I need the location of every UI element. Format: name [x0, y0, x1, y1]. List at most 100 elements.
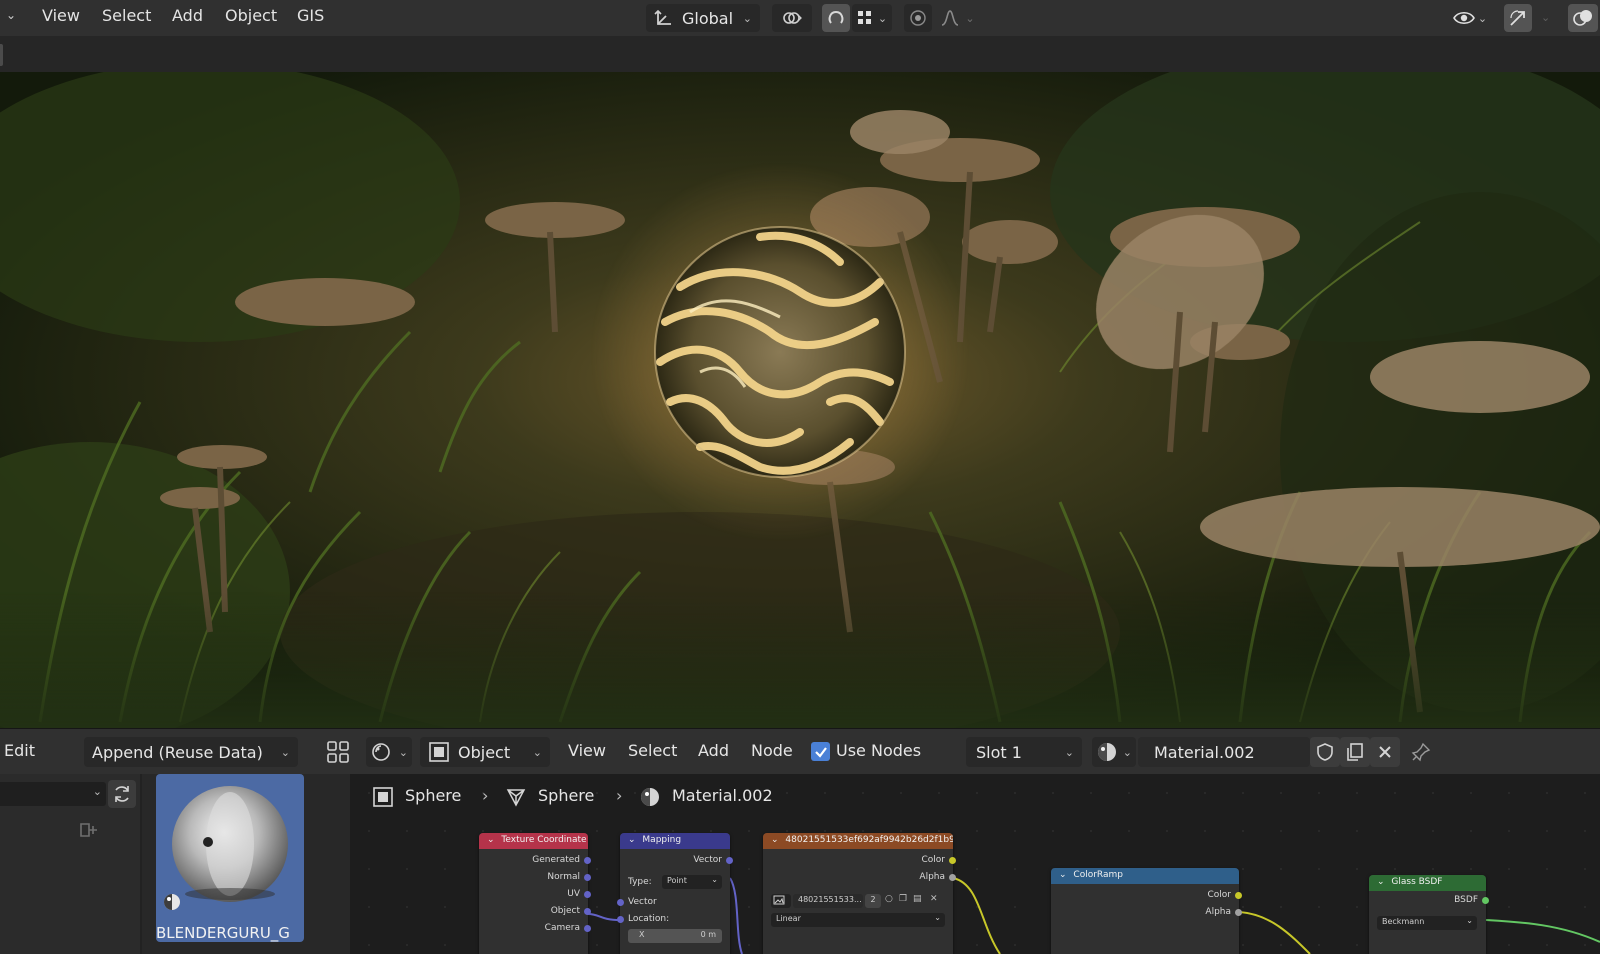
fake-user-shield-icon[interactable]: ○ [885, 894, 893, 904]
output-socket[interactable] [584, 908, 591, 915]
chevron-down-icon: ⌄ [398, 745, 408, 759]
browse-material-button[interactable]: ⌄ [1092, 737, 1136, 767]
node-glass-bsdf[interactable]: ⌄ Glass BSDF BSDF Beckmann ⌄ [1369, 875, 1489, 954]
output-socket[interactable] [1482, 897, 1489, 904]
visibility-dropdown[interactable]: ⌄ [1448, 4, 1492, 32]
field-label: X [639, 930, 645, 939]
proportional-edit-icon [910, 10, 926, 26]
snap-magnet-icon [828, 10, 844, 24]
output-socket[interactable] [949, 857, 956, 864]
node-header[interactable]: ⌄ Glass BSDF [1369, 875, 1486, 891]
location-x-field[interactable]: X 0 m [628, 929, 722, 943]
browse-image-button[interactable] [771, 894, 791, 908]
chevron-down-icon[interactable]: ⌄ [487, 835, 495, 845]
pin-button[interactable] [1406, 737, 1436, 767]
asset-library-dropdown[interactable]: ⌄ [0, 782, 106, 806]
pivot-point-dropdown[interactable] [772, 4, 812, 32]
menu-gis[interactable]: GIS [297, 6, 324, 25]
node-header[interactable]: ⌄ Texture Coordinate [479, 833, 588, 849]
node-texture-coordinate[interactable]: ⌄ Texture Coordinate Generated Normal UV… [479, 833, 591, 954]
import-method-dropdown[interactable]: Append (Reuse Data) ⌄ [84, 737, 298, 767]
node-header[interactable]: ⌄ Mapping [620, 833, 730, 849]
menu-add[interactable]: Add [172, 6, 203, 25]
proportional-falloff-dropdown[interactable]: ⌄ [936, 4, 980, 32]
socket-label: BSDF [1454, 895, 1478, 905]
output-socket[interactable] [949, 874, 956, 881]
output-socket[interactable] [1235, 909, 1242, 916]
use-nodes-checkbox[interactable] [811, 742, 830, 761]
orientation-label: Global [682, 8, 734, 28]
output-socket[interactable] [584, 874, 591, 881]
node-canvas[interactable]: ‹› Sphere › Sphere › Material.002 ⌄ Text… [350, 774, 1600, 954]
node-title: 48021551533ef692af9942b26d2f1b9e.jpg [785, 835, 953, 845]
input-socket[interactable] [617, 916, 624, 923]
node-color-ramp[interactable]: ⌄ ColorRamp Color Alpha [1051, 868, 1242, 954]
fake-user-button[interactable] [1310, 737, 1340, 767]
material-name-field[interactable]: Material.002 [1138, 737, 1310, 767]
snap-toggle[interactable] [822, 4, 850, 32]
display-mode-toggle[interactable] [323, 737, 353, 767]
node-image-texture[interactable]: ⌄ 48021551533ef692af9942b26d2f1b9e.jpg C… [763, 833, 956, 954]
output-socket[interactable] [1235, 892, 1242, 899]
asset-thumbnail[interactable] [156, 774, 304, 942]
unlink-x-icon [1379, 746, 1391, 758]
chevron-down-icon[interactable]: ⌄ [1377, 877, 1385, 887]
new-material-button[interactable] [1340, 737, 1370, 767]
input-socket[interactable] [617, 899, 624, 906]
socket-label: Object [550, 906, 580, 916]
gizmo-toggle[interactable] [1504, 4, 1532, 32]
output-socket[interactable] [584, 891, 591, 898]
pin-icon [1411, 742, 1431, 762]
unlink-x-icon[interactable]: ✕ [930, 894, 938, 904]
menu-view[interactable]: View [42, 6, 80, 25]
material-slot-dropdown[interactable]: Slot 1 ⌄ [966, 737, 1082, 767]
open-folder-icon[interactable]: ▤ [913, 894, 922, 904]
mapping-type-dropdown[interactable]: Point ⌄ [662, 875, 722, 889]
shader-type-dropdown[interactable]: Object ⌄ [420, 737, 550, 767]
menu-select[interactable]: Select [628, 741, 677, 760]
distribution-value: Beckmann [1382, 917, 1425, 926]
menu-add[interactable]: Add [698, 741, 729, 760]
refresh-library-button[interactable] [108, 780, 136, 808]
menu-edit[interactable]: Edit [4, 741, 35, 760]
chevron-down-icon[interactable]: ⌄ [1059, 870, 1067, 880]
chevron-down-icon[interactable]: ⌄ [6, 8, 16, 22]
interpolation-dropdown[interactable]: Linear ⌄ [771, 913, 945, 927]
refresh-icon [115, 786, 129, 802]
slot-label: Slot 1 [976, 742, 1022, 762]
image-name-field[interactable]: 48021551533... [793, 894, 863, 908]
snap-target-dropdown[interactable]: ⌄ [852, 4, 892, 32]
3d-viewport-render[interactable] [0, 72, 1600, 728]
chevron-down-icon[interactable]: ⌄ [1541, 11, 1550, 24]
output-socket[interactable] [584, 925, 591, 932]
interpolation-value: Linear [776, 914, 801, 923]
menu-select[interactable]: Select [102, 6, 151, 25]
menu-object[interactable]: Object [225, 6, 277, 25]
chevron-down-icon[interactable]: ⌄ [771, 835, 779, 845]
editor-type-dropdown[interactable]: ⌄ [366, 737, 412, 767]
chevron-down-icon: ⌄ [1122, 745, 1132, 759]
chevron-down-icon: ⌄ [1466, 916, 1473, 925]
image-users-count[interactable]: 2 [865, 894, 881, 908]
output-socket[interactable] [726, 857, 733, 864]
add-catalog-button[interactable] [78, 818, 124, 842]
snap-grid-icon [857, 11, 871, 24]
menu-node[interactable]: Node [751, 741, 793, 760]
output-socket[interactable] [584, 857, 591, 864]
overlay-toggle[interactable] [1568, 4, 1598, 32]
unlink-material-button[interactable] [1370, 737, 1400, 767]
node-header[interactable]: ⌄ ColorRamp [1051, 868, 1239, 884]
menu-view[interactable]: View [568, 741, 606, 760]
distribution-dropdown[interactable]: Beckmann ⌄ [1377, 916, 1477, 930]
socket-label: Alpha [1205, 907, 1231, 917]
transform-orientation-dropdown[interactable]: Global ⌄ [646, 4, 760, 32]
node-header[interactable]: ⌄ 48021551533ef692af9942b26d2f1b9e.jpg [763, 833, 953, 849]
node-mapping[interactable]: ⌄ Mapping Vector Type: Point ⌄ Vector Lo… [617, 833, 733, 954]
proportional-edit-toggle[interactable] [904, 4, 932, 32]
region-collapse-handle[interactable] [0, 44, 3, 66]
chevron-down-icon[interactable]: ⌄ [628, 835, 636, 845]
type-label: Type: [628, 877, 652, 887]
asset-name-label: BLENDERGURU_G [156, 924, 290, 942]
duplicate-icon[interactable]: ❐ [899, 894, 907, 904]
shader-type-label: Object [458, 742, 511, 762]
